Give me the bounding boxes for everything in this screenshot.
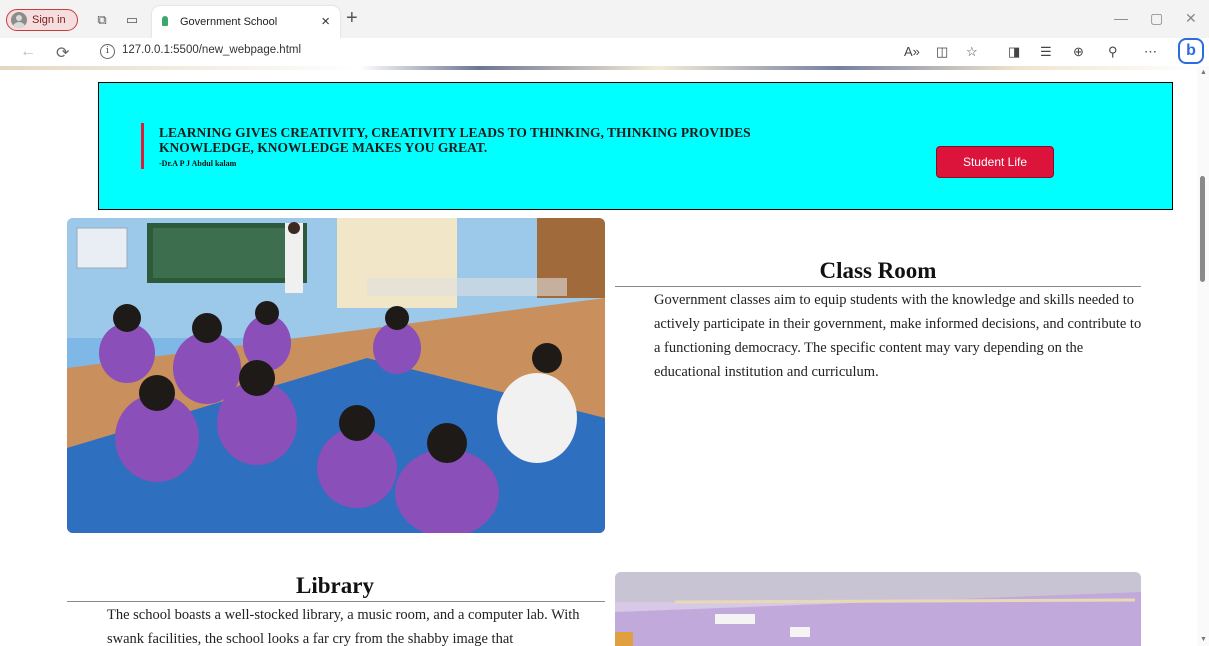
more-menu-icon[interactable]: ⋯ (1144, 44, 1157, 60)
browser-titlebar: Sign in ⧉ ▭ Government School × + — ▢ ✕ (0, 0, 1209, 38)
quote-accent-bar (141, 123, 144, 169)
library-title: Library (296, 573, 374, 598)
new-tab-button[interactable]: + (346, 7, 358, 30)
refresh-icon[interactable]: ⟳ (56, 43, 69, 63)
page-scrollbar[interactable]: ▲ ▼ (1197, 66, 1209, 646)
library-divider (67, 601, 605, 602)
student-life-button[interactable]: Student Life (936, 146, 1054, 178)
quote-author: -Dr.A P J Abdul kalam (159, 159, 237, 168)
tab-title: Government School (180, 16, 278, 28)
immersive-reader-icon[interactable]: ◫ (936, 44, 948, 60)
read-aloud-icon[interactable]: A» (904, 44, 920, 59)
classroom-photo (67, 218, 605, 533)
tab-government-school[interactable]: Government School × (152, 6, 340, 38)
sign-in-label: Sign in (32, 14, 66, 26)
quote-banner: LEARNING GIVES CREATIVITY, CREATIVITY LE… (98, 82, 1173, 210)
scrollbar-thumb[interactable] (1200, 176, 1205, 282)
scroll-up-arrow-icon[interactable]: ▲ (1200, 69, 1207, 76)
favicon-icon (162, 16, 168, 26)
classroom-title: Class Room (819, 258, 937, 283)
minimize-button[interactable]: — (1114, 10, 1128, 26)
classroom-divider (615, 286, 1141, 287)
collections-icon[interactable]: ⊕ (1073, 44, 1084, 60)
favorite-star-icon[interactable]: ☆ (966, 44, 978, 60)
extensions-icon[interactable]: ⚲ (1108, 44, 1118, 60)
restore-button[interactable]: ▢ (1150, 10, 1163, 27)
address-toolbar: ← ⟳ i 127.0.0.1:5500/new_webpage.html A»… (0, 38, 1209, 67)
url-text[interactable]: 127.0.0.1:5500/new_webpage.html (122, 44, 301, 56)
split-screen-icon[interactable]: ◨ (1008, 44, 1020, 60)
scroll-down-arrow-icon[interactable]: ▼ (1200, 636, 1207, 643)
back-arrow-icon[interactable]: ← (20, 43, 36, 61)
sign-in-button[interactable]: Sign in (6, 9, 78, 31)
library-text: The school boasts a well-stocked library… (107, 607, 580, 646)
tab-actions-icon[interactable]: ▭ (124, 12, 140, 28)
page-viewport: LEARNING GIVES CREATIVITY, CREATIVITY LE… (0, 66, 1197, 646)
hero-image-bottom-edge (0, 66, 1197, 70)
workspaces-icon[interactable]: ⧉ (94, 12, 110, 28)
site-info-icon[interactable]: i (100, 44, 115, 59)
classroom-text: Government classes aim to equip students… (654, 292, 1142, 380)
tab-close-button[interactable]: × (321, 13, 330, 30)
favorites-list-icon[interactable]: ☰ (1040, 44, 1052, 60)
profile-avatar-icon (11, 12, 27, 28)
address-bar[interactable]: i 127.0.0.1:5500/new_webpage.html (98, 40, 958, 62)
quote-text: LEARNING GIVES CREATIVITY, CREATIVITY LE… (159, 125, 751, 155)
bing-copilot-icon[interactable]: b (1178, 38, 1204, 64)
library-photo (615, 572, 1141, 646)
close-window-button[interactable]: ✕ (1185, 10, 1197, 27)
